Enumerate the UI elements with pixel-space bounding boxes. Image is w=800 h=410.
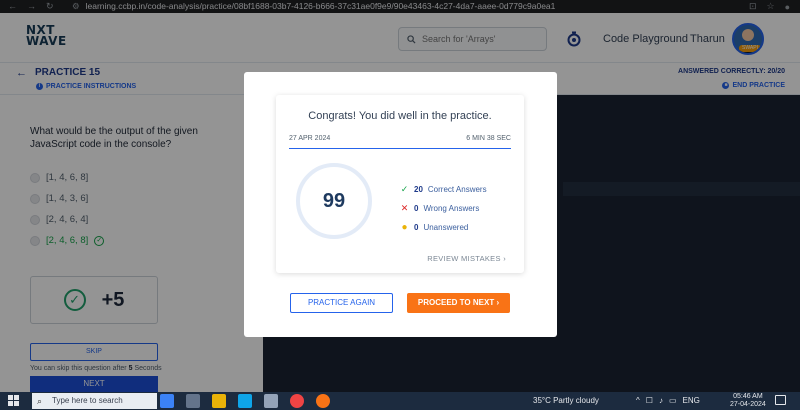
chevron-right-icon: › (503, 254, 506, 263)
volume-icon[interactable]: ♪ (659, 392, 663, 410)
taskbar-search[interactable]: ⌕ Type here to search (32, 393, 157, 409)
weather-widget[interactable]: 35°C Partly cloudy (533, 392, 599, 410)
score-number: 99 (322, 189, 346, 212)
clock[interactable]: 05:46 AM 27-04-2024 (730, 393, 766, 409)
windows-start-icon[interactable] (8, 395, 19, 406)
results-modal: Congrats! You did well in the practice. … (244, 72, 557, 337)
proceed-to-next-button[interactable]: PROCEED TO NEXT › (407, 293, 510, 313)
stat-correct: ✓ 20 Correct Answers (400, 184, 487, 194)
review-mistakes-link[interactable]: REVIEW MISTAKES › (427, 254, 506, 263)
windows-taskbar: ⌕ Type here to search 35°C Partly cloudy … (0, 392, 800, 410)
results-card: Congrats! You did well in the practice. … (276, 95, 524, 273)
edge-icon[interactable] (238, 394, 252, 408)
practice-duration: 6 MIN 38 SEC (466, 135, 511, 142)
file-explorer-icon[interactable] (212, 394, 226, 408)
dot-icon: ● (401, 222, 408, 233)
stat-wrong: ✕ 0 Wrong Answers (400, 203, 480, 213)
system-tray: ^ ☐ ♪ ▭ ENG (636, 392, 700, 410)
calculator-icon[interactable] (264, 394, 278, 408)
practice-again-button[interactable]: PRACTICE AGAIN (290, 293, 393, 313)
search-icon: ⌕ (37, 396, 43, 406)
score-ring: 99 (296, 163, 372, 239)
widgets-icon[interactable] (186, 394, 200, 408)
congrats-text: Congrats! You did well in the practice. (308, 110, 492, 122)
chrome-icon[interactable] (290, 394, 304, 408)
stat-unanswered: ● 0 Unanswered (401, 222, 469, 233)
task-view-icon[interactable] (160, 394, 174, 408)
taskbar-apps (160, 394, 330, 408)
app-root: ← → ↻ ⚙ learning.ccbp.in/code-analysis/pr… (0, 0, 800, 410)
chrome-active-icon[interactable] (316, 394, 330, 408)
cross-icon: ✕ (400, 203, 409, 213)
practice-date: 27 APR 2024 (289, 135, 331, 142)
keyboard-icon[interactable]: ▭ (669, 392, 677, 410)
notification-icon[interactable] (775, 395, 786, 405)
check-icon: ✓ (400, 184, 409, 194)
chevron-up-icon[interactable]: ^ (636, 392, 640, 410)
divider (289, 148, 511, 149)
stats-list: ✓ 20 Correct Answers ✕ 0 Wrong Answers ● 0 Una… (400, 180, 487, 237)
language-indicator[interactable]: ENG (683, 392, 700, 410)
chevron-right-icon: › (496, 298, 500, 307)
network-icon[interactable]: ☐ (646, 392, 653, 410)
